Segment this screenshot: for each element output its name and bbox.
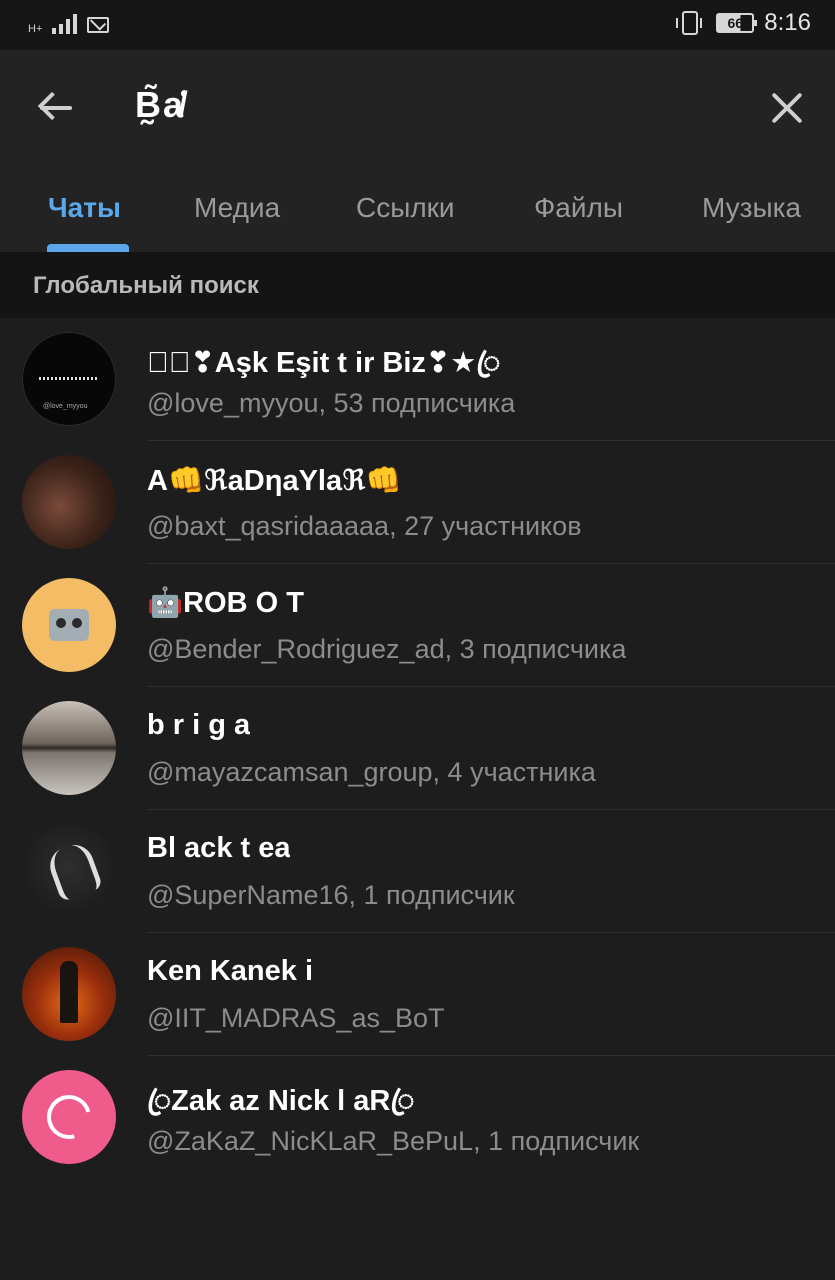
tab-chats[interactable]: Чаты xyxy=(48,192,121,224)
result-title: Ken Kanek i xyxy=(147,955,313,987)
vibrate-icon xyxy=(676,11,703,35)
avatar xyxy=(22,578,116,672)
close-icon[interactable] xyxy=(769,90,805,126)
avatar xyxy=(22,1070,116,1164)
list-item[interactable]: A👊ℜaDηaYlaℜ👊 @baxt_qasridaaaaa, 27 участ… xyxy=(0,441,835,564)
result-title: b r i g a xyxy=(147,709,251,741)
status-right: 66 8:16 xyxy=(676,9,811,37)
status-bar: H+ 66 8:16 xyxy=(0,0,835,50)
swirl-icon xyxy=(38,1086,100,1148)
list-item[interactable]: 🤖ROB O T @Bender_Rodriguez_ad, 3 подписч… xyxy=(0,564,835,687)
result-subtitle: @baxt_qasridaaaaa, 27 участников xyxy=(147,511,582,541)
avatar: @love_myyou xyxy=(22,332,116,426)
hand-icon xyxy=(44,839,104,903)
avatar xyxy=(22,824,116,918)
result-subtitle: @SuperName16, 1 подписчик xyxy=(147,880,515,910)
list-item[interactable]: @love_myyou ★ꦿ❣Aşk Eşit t ir Biz❣★ꦿ @lov… xyxy=(0,318,835,441)
tab-links[interactable]: Ссылки xyxy=(356,192,455,224)
result-title: A👊ℜaDηaYlaℜ👊 xyxy=(147,465,402,497)
avatar xyxy=(22,455,116,549)
robot-icon xyxy=(49,609,89,641)
result-subtitle: @IIT_MADRAS_as_BoT xyxy=(147,1003,445,1033)
section-title: Глобальный поиск xyxy=(33,272,259,299)
list-item[interactable]: ꦿZak az Nick l aRꦿ @ZaKaZ_NicKLaR_BePuL,… xyxy=(0,1056,835,1179)
avatar xyxy=(22,947,116,1041)
list-item[interactable]: Bl ack t ea @SuperName16, 1 подписчик xyxy=(0,810,835,933)
status-left: H+ xyxy=(28,12,109,35)
list-item[interactable]: Ken Kanek i @IIT_MADRAS_as_BoT xyxy=(0,933,835,1056)
result-title: 🤖ROB O T xyxy=(147,587,304,619)
network-type: H+ xyxy=(28,23,43,35)
active-tab-indicator xyxy=(47,244,129,252)
result-subtitle: @mayazcamsan_group, 4 участника xyxy=(147,757,596,787)
search-header: B̰̃a̸͑ Чаты Медиа Ссылки Файлы Музыка xyxy=(0,50,835,252)
clock: 8:16 xyxy=(764,9,811,36)
search-input[interactable]: B̰̃a̸͑ xyxy=(135,84,185,126)
list-item[interactable]: b r i g a @mayazcamsan_group, 4 участник… xyxy=(0,687,835,810)
tab-media[interactable]: Медиа xyxy=(194,192,280,224)
signal-icon xyxy=(52,12,77,34)
section-header: Глобальный поиск xyxy=(0,252,835,318)
tab-files[interactable]: Файлы xyxy=(534,192,623,224)
result-subtitle: @love_myyou, 53 подписчика xyxy=(147,388,516,418)
back-arrow-icon[interactable] xyxy=(36,88,80,126)
results-list: @love_myyou ★ꦿ❣Aşk Eşit t ir Biz❣★ꦿ @lov… xyxy=(0,318,835,1179)
battery-level: 66 xyxy=(727,15,744,31)
battery-icon: 66 xyxy=(716,13,758,33)
mail-icon xyxy=(87,17,109,33)
result-subtitle: @Bender_Rodriguez_ad, 3 подписчика xyxy=(147,634,627,664)
avatar xyxy=(22,701,116,795)
result-title: Bl ack t ea xyxy=(147,832,291,864)
result-subtitle: @ZaKaZ_NicKLaR_BePuL, 1 подписчик xyxy=(147,1126,640,1156)
tab-music[interactable]: Музыка xyxy=(702,192,801,224)
tab-bar: Чаты Медиа Ссылки Файлы Музыка xyxy=(0,180,835,252)
